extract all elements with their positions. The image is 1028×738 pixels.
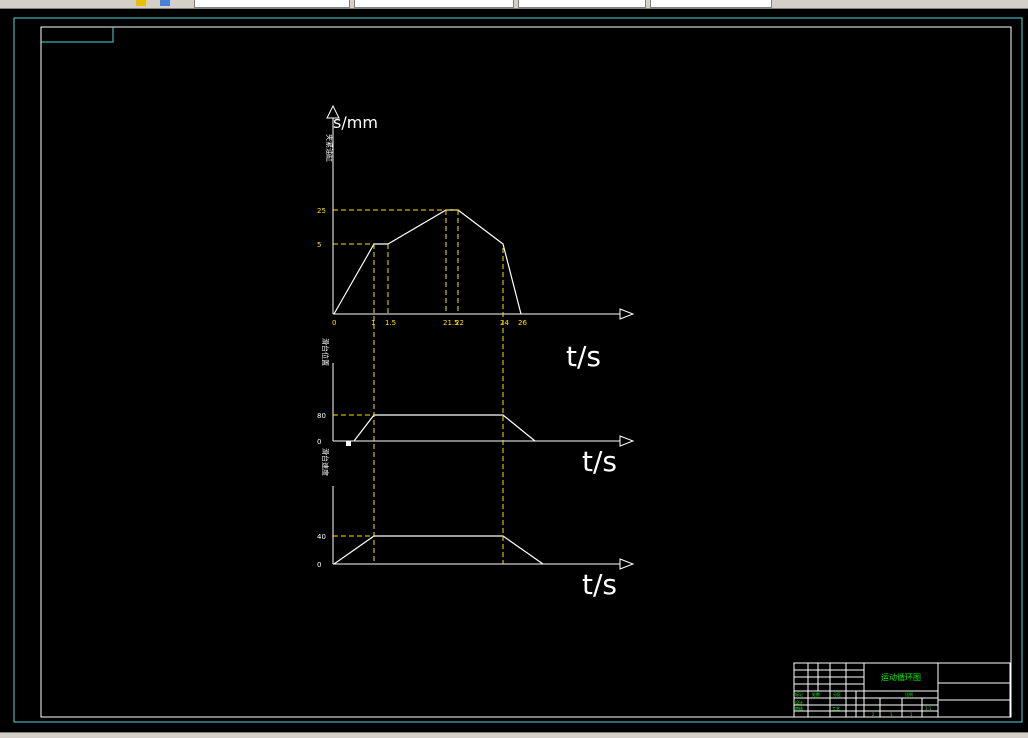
x-tick-label: 24 bbox=[500, 319, 509, 327]
y-tick-label: 0 bbox=[317, 561, 321, 569]
title-cell: 处数 bbox=[812, 691, 820, 697]
side-axis-label: 滑台位置 bbox=[321, 338, 330, 366]
x-tick-label: 1 bbox=[371, 319, 375, 327]
x-axis-label: t/s bbox=[582, 568, 617, 601]
side-axis-label: 滑台速度 bbox=[321, 448, 330, 476]
layer-icon[interactable] bbox=[136, 0, 146, 6]
x-axis-label: t/s bbox=[566, 340, 601, 373]
title-block: 运动循环图 标记 处数 分区 设计 审核 工艺 比例 1:1 2 1 1 bbox=[793, 662, 1011, 718]
y-tick-label: 40 bbox=[317, 533, 326, 541]
x-axis-arrow bbox=[619, 308, 635, 320]
series-line bbox=[333, 209, 522, 315]
cube-icon[interactable] bbox=[160, 0, 170, 6]
plotstyle-dropdown[interactable] bbox=[650, 0, 772, 8]
x-axis-arrow bbox=[619, 558, 635, 570]
x-tick-label: 0 bbox=[332, 319, 336, 327]
y-axis-label: s/mm bbox=[333, 113, 378, 132]
drawing-canvas[interactable]: t/ss/mm夹紧油缸5250 1 1.5 21.522 24 26t/s滑台位置080t… bbox=[0, 8, 1028, 732]
x-tick-label: 1.5 bbox=[385, 319, 396, 327]
corner-tag bbox=[41, 27, 114, 43]
title-cell: 1 bbox=[910, 712, 913, 717]
linetype-dropdown[interactable] bbox=[354, 0, 514, 8]
x-tick-label: 26 bbox=[518, 319, 527, 327]
y-tick-label: 0 bbox=[317, 438, 321, 446]
inner-frame bbox=[40, 26, 1012, 718]
title-cell: 1:1 bbox=[925, 706, 932, 711]
series-line bbox=[333, 535, 544, 565]
lineweight-dropdown[interactable] bbox=[518, 0, 646, 8]
origin-marker bbox=[346, 441, 351, 446]
title-cell: 分区 bbox=[833, 691, 841, 697]
title-cell: 标记 bbox=[795, 691, 803, 697]
x-tick-label: 22 bbox=[455, 319, 464, 327]
x-axis-arrow bbox=[619, 435, 635, 447]
y-tick-label: 25 bbox=[317, 207, 326, 215]
layer-dropdown[interactable] bbox=[194, 0, 350, 8]
title-cell: 2 bbox=[872, 712, 875, 717]
y-tick-label: 80 bbox=[317, 412, 326, 420]
status-bar bbox=[0, 732, 1028, 738]
drawing-title: 运动循环图 bbox=[881, 672, 921, 682]
x-axis-label: t/s bbox=[582, 445, 617, 478]
side-axis-label: 夹紧油缸 bbox=[325, 134, 334, 162]
title-cell: 设计 bbox=[795, 699, 803, 705]
title-cell: 1 bbox=[890, 712, 893, 717]
series-line bbox=[353, 414, 536, 442]
title-cell: 工艺 bbox=[832, 706, 840, 711]
outer-frame bbox=[13, 17, 1023, 723]
title-cell: 比例 bbox=[905, 691, 913, 697]
title-cell: 审核 bbox=[795, 705, 803, 711]
y-tick-label: 5 bbox=[317, 241, 321, 249]
